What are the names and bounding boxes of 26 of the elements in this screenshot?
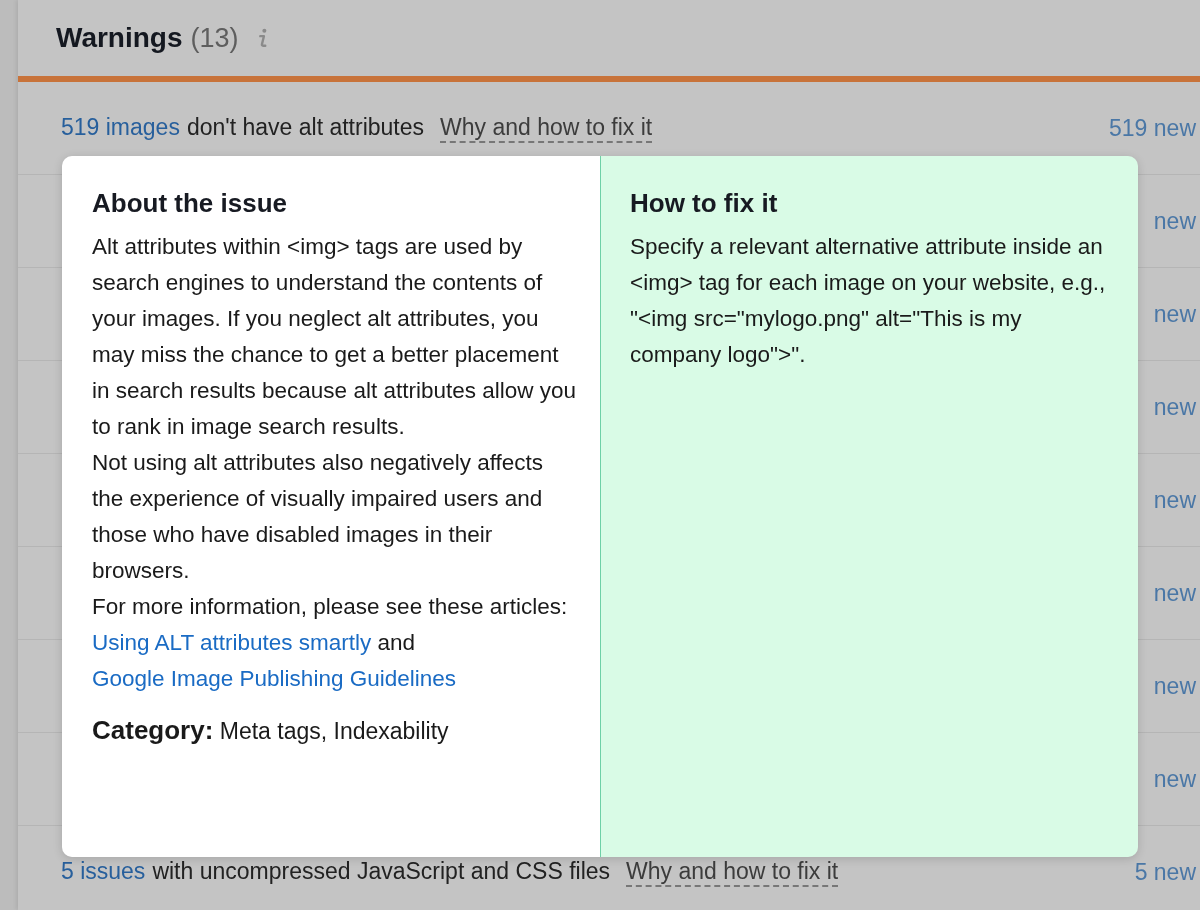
category-text: Category: Meta tags, Indexability — [92, 715, 450, 746]
new-count: new — [1153, 765, 1196, 793]
info-icon[interactable] — [256, 28, 269, 48]
description-text: For more information, please see these articles: Using ALT attributes smartly and Google Image Publishing Guidelines — [92, 593, 569, 693]
section-title: Warnings — [56, 22, 183, 54]
new-count: new — [1153, 672, 1196, 700]
issue-count: (13) — [190, 22, 239, 54]
popup-heading: About the issue — [92, 188, 288, 219]
new-count: new — [1153, 393, 1196, 421]
issue-text: with uncompressed JavaScript and CSS files — [152, 857, 611, 885]
description-text: Alt attributes within <img> tags are used by search engines to understand the contents of your images. If you neglect alt attributes, you may miss the chance to get a better placement in search results because alt attributes allow you to rank in image search results. — [92, 233, 577, 441]
new-count: new — [1153, 486, 1196, 514]
new-count: new — [1153, 579, 1196, 607]
popup-heading: How to fix it — [630, 188, 779, 219]
new-count: 519 new — [1109, 114, 1196, 142]
issue-link[interactable]: 519 images — [61, 113, 180, 141]
description-text: Not using alt attributes also negatively affects the experience of visually impaired users and those who have disabled images in their browsers. — [92, 449, 545, 585]
new-count: new — [1153, 207, 1196, 235]
issue-link[interactable]: 5 issues — [61, 857, 146, 885]
new-count: new — [1153, 300, 1196, 328]
article-link[interactable]: Using ALT attributes smartly — [92, 630, 372, 655]
article-link[interactable]: Google Image Publishing Guidelines — [92, 666, 456, 691]
help-link[interactable]: Why and how to fix it — [440, 113, 653, 143]
issue-text: don't have alt attributes — [186, 113, 425, 141]
fix-text: Specify a relevant alternative attribute inside an <img> tag for each image on your website, e.g., "<img src="mylogo.png" alt="This is my company logo">". — [630, 233, 1107, 369]
new-count: 5 new — [1134, 858, 1196, 886]
